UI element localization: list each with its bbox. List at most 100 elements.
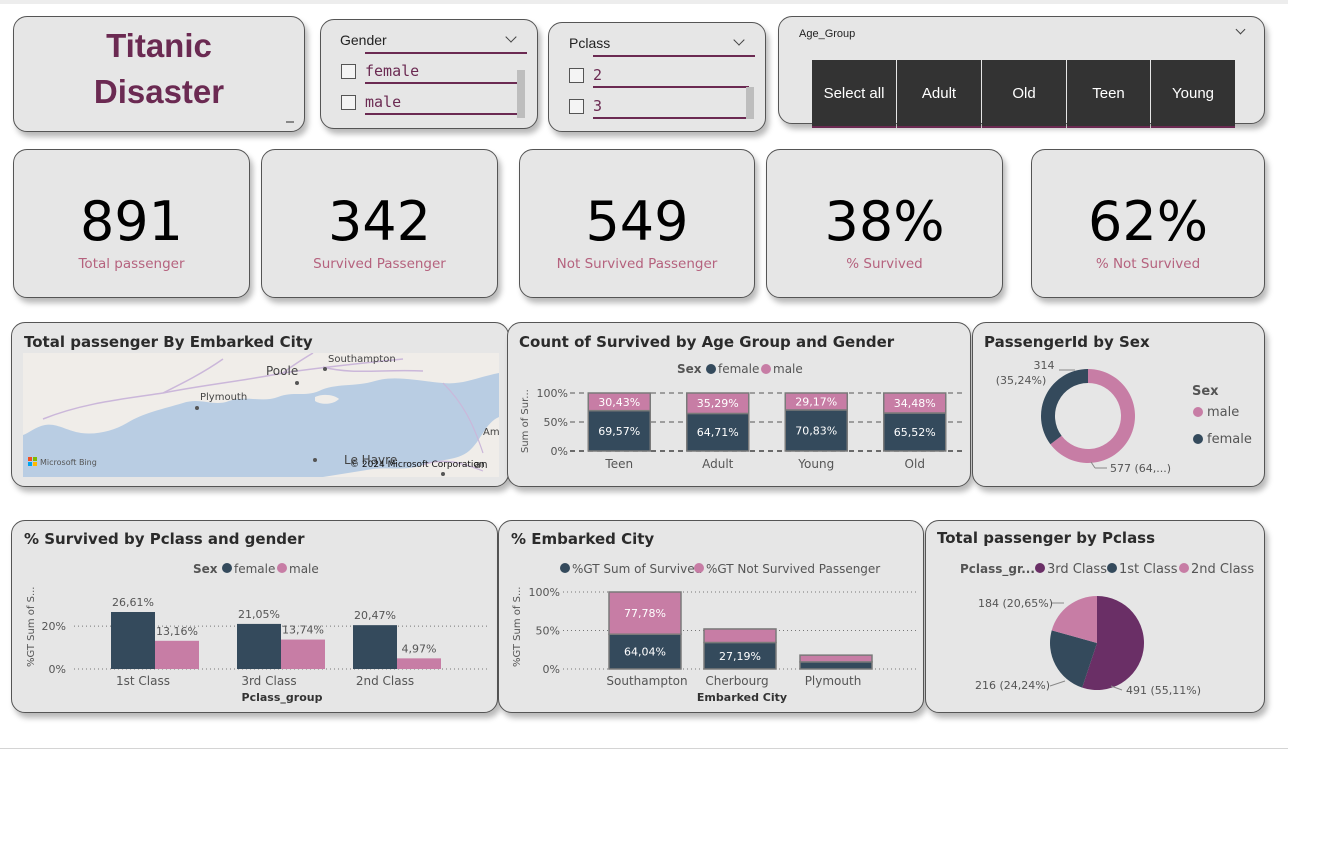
x-tick-label: Southampton — [606, 674, 687, 688]
kpi-label: Not Survived Passenger — [556, 256, 718, 272]
leader-line — [1110, 685, 1123, 691]
bar-female — [111, 612, 155, 669]
data-label: 29,17% — [795, 395, 837, 408]
data-label: 21,05% — [238, 608, 280, 621]
map-copyright: © 2024 Microsoft Corporation — [350, 460, 485, 470]
data-label: 64,71% — [697, 426, 739, 439]
option-underline — [365, 82, 521, 84]
kpi-percent-not-survived: 62% % Not Survived — [1031, 149, 1265, 298]
data-label: 70,83% — [795, 424, 837, 437]
legend-marker-female — [1193, 434, 1203, 444]
legend-label: 2nd Class — [1191, 562, 1254, 577]
chevron-down-icon[interactable] — [733, 34, 745, 46]
kpi-label: % Survived — [846, 256, 923, 272]
bing-label: Microsoft Bing — [40, 458, 97, 467]
data-label: 30,43% — [598, 396, 640, 409]
chevron-down-icon[interactable] — [1235, 24, 1246, 35]
gender-slicer: Gender female male — [320, 19, 538, 129]
data-label: 34,48% — [894, 397, 936, 410]
option-label: 2 — [593, 66, 603, 84]
legend-title: Pclass_gr... — [960, 562, 1035, 577]
option-underline — [593, 86, 749, 88]
map-canvas[interactable]: Southampton Poole Plymouth Le Havre Ami … — [23, 353, 499, 477]
chevron-down-icon[interactable] — [505, 31, 517, 43]
age-button-select-all[interactable]: Select all — [812, 60, 896, 128]
x-tick-label: Cherbourg — [705, 674, 768, 688]
title-card: Titanic Disaster — [13, 16, 305, 132]
bar-segment-not-survived — [799, 654, 873, 663]
x-tick-label: Old — [905, 457, 925, 471]
legend-label: 1st Class — [1119, 562, 1178, 577]
pclass-pie-visual: Total passenger by Pclass Pclass_gr... 3r… — [925, 520, 1265, 713]
age-button-old[interactable]: Old — [982, 60, 1066, 128]
legend-title: Sex — [677, 362, 702, 376]
x-tick-label: Adult — [702, 457, 734, 471]
option-label: male — [365, 93, 402, 111]
data-label: 77,78% — [624, 607, 666, 620]
data-label: 13,16% — [156, 625, 198, 638]
y-tick-label: 0% — [49, 663, 66, 676]
report-title-line2: Disaster — [93, 73, 225, 110]
kpi-percent-survived: 38% % Survived — [766, 149, 1003, 298]
legend-marker — [1107, 563, 1117, 573]
y-tick-label: 100% — [529, 586, 560, 599]
y-axis-title: %GT Sum of S... — [26, 587, 37, 668]
y-axis-title: %GT Sum of S... — [512, 587, 523, 668]
place-label-plymouth: Plymouth — [200, 392, 247, 403]
legend-label-female: female — [234, 562, 275, 576]
x-tick-label: Teen — [604, 457, 633, 471]
data-label: 184 (20,65%) — [978, 597, 1053, 610]
x-axis-title: Pclass_group — [242, 691, 323, 704]
age-gender-chart-visual: Count of Survived by Age Group and Gende… — [507, 322, 971, 487]
place-label-southampton: Southampton — [328, 354, 396, 365]
legend-label-female: female — [718, 362, 759, 376]
checkbox[interactable] — [569, 99, 584, 114]
pclass-gender-chart: Sex female male %GT Sum of S... 20% 0% 26,61% 1… — [26, 562, 490, 704]
data-label: 314 — [1034, 359, 1055, 372]
bar-segment-not-survived — [703, 628, 777, 644]
checkbox[interactable] — [569, 68, 584, 83]
age-button-young[interactable]: Young — [1151, 60, 1235, 128]
y-tick-label: 20% — [42, 620, 66, 633]
legend-marker-female — [706, 364, 716, 374]
bar-male — [155, 640, 199, 669]
legend-marker-male — [277, 563, 287, 573]
option-label: 3 — [593, 97, 603, 115]
map-visual: Total passenger By Embarked City Southam… — [11, 322, 509, 487]
kpi-total-passenger: 891 Total passenger — [13, 149, 250, 298]
pclass-slicer: Pclass 2 3 — [548, 22, 766, 132]
kpi-survived-passenger: 342 Survived Passenger — [261, 149, 498, 298]
resize-handle[interactable] — [286, 121, 294, 123]
data-label: (35,24%) — [996, 374, 1047, 387]
sex-donut-chart: 314 (35,24%) 577 (64,...) Sex male female — [996, 359, 1252, 475]
kpi-label: Total passenger — [78, 256, 185, 272]
age-button-adult[interactable]: Adult — [897, 60, 981, 128]
kpi-value: 38% — [824, 190, 945, 253]
legend-marker — [1179, 563, 1189, 573]
embarked-chart: %GT Sum of Survived %GT Not Survived Pass… — [512, 562, 917, 704]
x-tick-label: Young — [797, 457, 834, 471]
option-underline — [365, 113, 521, 115]
y-axis-title: Sum of Sur... — [520, 389, 531, 453]
legend-marker-survived — [560, 563, 570, 573]
place-label-amiens: Ami — [483, 427, 499, 438]
y-tick-label: 50% — [544, 416, 568, 429]
age-button-teen[interactable]: Teen — [1067, 60, 1150, 128]
data-label: 65,52% — [894, 426, 936, 439]
age-group-slicer-header: Age_Group — [799, 28, 856, 40]
checkbox[interactable] — [341, 64, 356, 79]
pclass-slicer-header: Pclass — [569, 35, 611, 51]
scrollbar[interactable] — [746, 87, 754, 119]
sex-donut-visual: PassengerId by Sex 314 (35,24%) 577 (64,..… — [972, 322, 1265, 487]
checkbox[interactable] — [341, 95, 356, 110]
report-title-line1: Titanic — [106, 27, 212, 64]
header-underline — [593, 55, 755, 57]
data-label: 26,61% — [112, 596, 154, 609]
scrollbar[interactable] — [517, 70, 525, 118]
kpi-value: 62% — [1087, 190, 1209, 253]
legend-marker-female — [222, 563, 232, 573]
gender-slicer-header: Gender — [340, 32, 387, 48]
data-label: 13,74% — [282, 624, 324, 637]
y-tick-label: 100% — [537, 387, 568, 400]
age-gender-chart: Sex female male Sum of Sur... 100% 50% 0% 69,57… — [520, 362, 964, 471]
